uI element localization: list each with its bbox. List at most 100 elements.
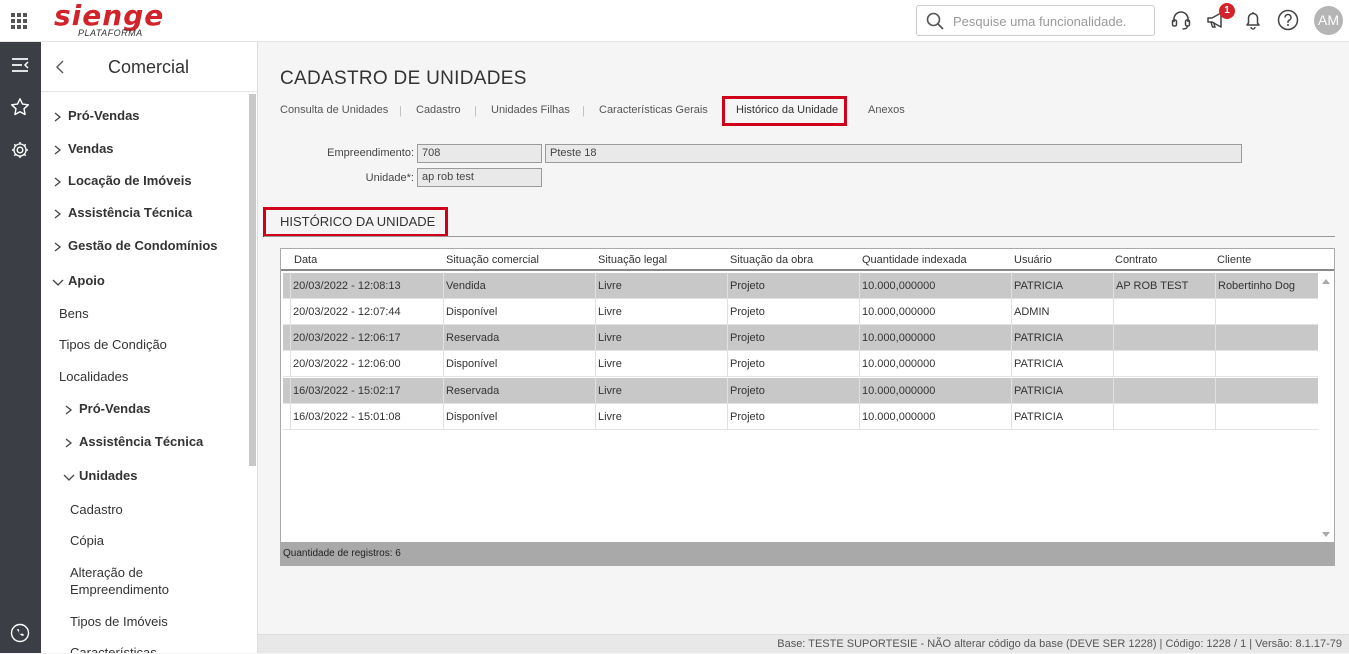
cell-situacao-legal: Livre (595, 351, 727, 377)
cell-situacao-comercial: Reservada (443, 325, 595, 351)
menu-collapse-icon[interactable] (10, 55, 30, 75)
phone-icon[interactable] (10, 623, 30, 643)
tab-anexos[interactable]: Anexos (868, 104, 905, 116)
search-icon (926, 12, 944, 30)
chevron-right-icon (54, 177, 62, 187)
tab-cadastro[interactable]: Cadastro (416, 104, 461, 116)
menu-item-copia[interactable]: Cópia (70, 533, 104, 548)
menu-item-locacao[interactable]: Locação de Imóveis (52, 173, 192, 188)
col-quantidade-indexada[interactable]: Quantidade indexada (862, 254, 967, 266)
history-table: Data Situação comercial Situação legal S… (280, 248, 1335, 566)
menu-item-label: Pró-Vendas (68, 108, 140, 123)
user-avatar[interactable]: AM (1314, 6, 1343, 35)
side-menu-scrollbar[interactable] (249, 94, 256, 466)
menu-item-apoio[interactable]: Apoio (52, 273, 105, 288)
cell-situacao-legal: Livre (595, 273, 727, 299)
headset-icon[interactable] (1170, 9, 1192, 31)
menu-item-sub-pro-vendas[interactable]: Pró-Vendas (63, 401, 151, 416)
chevron-right-icon (54, 145, 62, 155)
col-contrato[interactable]: Contrato (1115, 254, 1157, 266)
menu-item-label: Gestão de Condomínios (68, 238, 218, 253)
cell-quantidade: 10.000,000000 (859, 299, 1011, 325)
table-row[interactable]: 20/03/2022 - 12:06:00 Disponível Livre P… (283, 351, 1318, 377)
menu-item-condominios[interactable]: Gestão de Condomínios (52, 238, 218, 253)
cell-data: 20/03/2022 - 12:07:44 (290, 299, 443, 325)
cell-situacao-comercial: Disponível (443, 351, 595, 377)
tab-consulta-unidades[interactable]: Consulta de Unidades (280, 104, 388, 116)
cell-data: 16/03/2022 - 15:02:17 (290, 378, 443, 404)
search-input[interactable] (953, 12, 1148, 30)
col-situacao-comercial[interactable]: Situação comercial (446, 254, 539, 266)
cell-quantidade: 10.000,000000 (859, 351, 1011, 377)
cell-situacao-comercial: Disponível (443, 299, 595, 325)
unidade-field[interactable]: ap rob test (417, 168, 542, 187)
chevron-left-icon[interactable] (55, 60, 65, 74)
cell-situacao-obra: Projeto (727, 378, 859, 404)
main-content: CADASTRO DE UNIDADES Consulta de Unidade… (258, 42, 1349, 634)
cell-cliente (1215, 325, 1318, 351)
cell-situacao-obra: Projeto (727, 273, 859, 299)
menu-item-pro-vendas[interactable]: Pró-Vendas (52, 108, 140, 123)
tab-separator: | (399, 105, 402, 117)
cell-quantidade: 10.000,000000 (859, 325, 1011, 351)
menu-item-vendas[interactable]: Vendas (52, 141, 114, 156)
cell-cliente (1215, 378, 1318, 404)
menu-item-assistencia[interactable]: Assistência Técnica (52, 205, 192, 220)
table-row[interactable]: 16/03/2022 - 15:01:08 Disponível Livre P… (283, 404, 1318, 430)
col-situacao-legal[interactable]: Situação legal (598, 254, 667, 266)
table-row[interactable]: 20/03/2022 - 12:07:44 Disponível Livre P… (283, 299, 1318, 325)
chevron-down-icon (52, 279, 64, 286)
top-bar: sienge PLATAFORMA 1 AM (0, 0, 1349, 42)
menu-item-label: Locação de Imóveis (68, 173, 192, 188)
cell-data: 20/03/2022 - 12:08:13 (290, 273, 443, 299)
active-tab-highlight (722, 96, 847, 126)
table-header: Data Situação comercial Situação legal S… (281, 249, 1334, 271)
search-box[interactable] (916, 5, 1155, 36)
cell-situacao-obra: Projeto (727, 325, 859, 351)
tab-unidades-filhas[interactable]: Unidades Filhas (491, 104, 570, 116)
col-situacao-obra[interactable]: Situação da obra (730, 254, 813, 266)
empreendimento-code-field[interactable]: 708 (417, 144, 542, 163)
chevron-right-icon (65, 405, 73, 415)
cell-cliente: Robertinho Dog (1215, 273, 1318, 299)
menu-item-label: Assistência Técnica (79, 434, 204, 449)
gear-icon[interactable] (10, 140, 30, 160)
cell-situacao-legal: Livre (595, 404, 727, 430)
col-usuario[interactable]: Usuário (1014, 254, 1052, 266)
menu-item-tipos-imoveis[interactable]: Tipos de Imóveis (70, 614, 168, 629)
col-data[interactable]: Data (294, 254, 317, 266)
bell-icon[interactable] (1242, 9, 1264, 31)
menu-item-unidades[interactable]: Unidades (63, 468, 138, 483)
menu-item-alteracao[interactable]: Alteração de (70, 565, 143, 580)
scroll-down-icon[interactable] (1322, 532, 1330, 537)
col-cliente[interactable]: Cliente (1217, 254, 1251, 266)
logo-subtitle: PLATAFORMA (78, 28, 143, 38)
help-icon[interactable] (1277, 9, 1299, 31)
cell-data: 16/03/2022 - 15:01:08 (290, 404, 443, 430)
tab-caracteristicas-gerais[interactable]: Características Gerais (599, 104, 708, 116)
cell-usuario: PATRICIA (1011, 378, 1113, 404)
table-row[interactable]: 20/03/2022 - 12:08:13 Vendida Livre Proj… (283, 273, 1318, 299)
empreendimento-name-field[interactable]: Pteste 18 (545, 144, 1242, 163)
menu-item-localidades[interactable]: Localidades (59, 369, 128, 384)
section-divider (264, 236, 1335, 237)
cell-contrato (1113, 378, 1215, 404)
chevron-right-icon (54, 209, 62, 219)
menu-item-bens[interactable]: Bens (59, 306, 89, 321)
table-scrollbar[interactable] (1318, 273, 1334, 543)
menu-item-cadastro[interactable]: Cadastro (70, 502, 123, 517)
logo[interactable]: sienge PLATAFORMA (54, 0, 164, 38)
cell-cliente (1215, 351, 1318, 377)
table-row[interactable]: 16/03/2022 - 15:02:17 Reservada Livre Pr… (283, 378, 1318, 404)
table-footer: Quantidade de registros: 6 (280, 542, 1335, 566)
star-icon[interactable] (10, 97, 30, 117)
menu-item-caracteristicas[interactable]: Características (70, 645, 157, 653)
menu-item-alteracao-line2[interactable]: Empreendimento (70, 582, 169, 597)
apps-grid-icon[interactable] (11, 13, 27, 29)
table-row[interactable]: 20/03/2022 - 12:06:17 Reservada Livre Pr… (283, 325, 1318, 351)
cell-quantidade: 10.000,000000 (859, 273, 1011, 299)
menu-item-sub-assistencia[interactable]: Assistência Técnica (63, 434, 203, 449)
scroll-up-icon[interactable] (1322, 279, 1330, 284)
cell-contrato (1113, 404, 1215, 430)
menu-item-tipos-condicao[interactable]: Tipos de Condição (59, 337, 167, 352)
